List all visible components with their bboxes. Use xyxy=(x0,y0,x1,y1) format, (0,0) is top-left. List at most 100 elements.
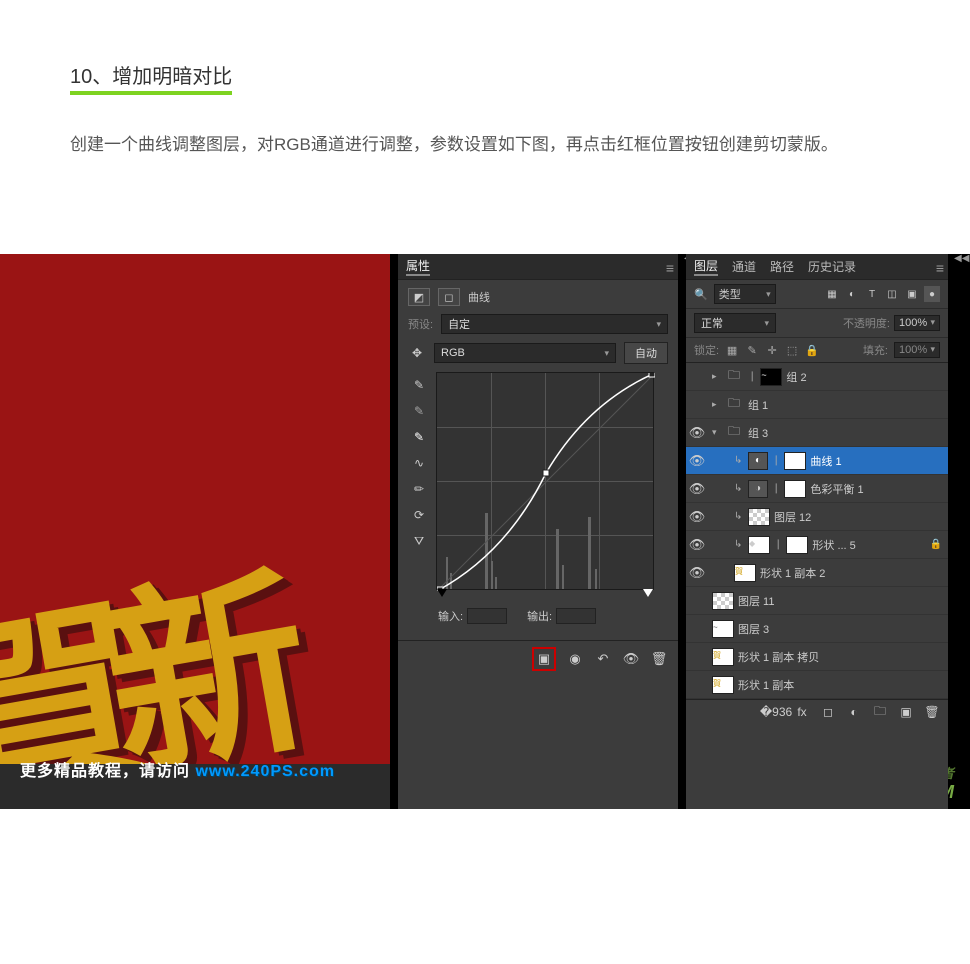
curve-path[interactable] xyxy=(437,373,655,591)
expand-arrow-icon[interactable]: ▸ xyxy=(712,371,724,382)
mask-thumbnail[interactable] xyxy=(784,452,806,470)
lock-transparent-icon[interactable]: ▦ xyxy=(725,343,739,357)
opacity-value[interactable]: 100%▾ xyxy=(894,315,940,331)
layer-name-label[interactable]: 组 3 xyxy=(748,425,942,441)
visibility-toggle[interactable]: 👁 xyxy=(686,565,708,581)
properties-tab[interactable]: 属性 xyxy=(406,257,430,276)
layer-row[interactable]: 👁 賀形状 1 副本 2 xyxy=(686,559,948,587)
blend-mode-select[interactable]: 正常▾ xyxy=(694,313,776,333)
layer-row[interactable]: ▸🗀组 1 xyxy=(686,391,948,419)
layer-name-label[interactable]: 组 2 xyxy=(786,369,942,385)
lock-position-icon[interactable]: ✛ xyxy=(765,343,779,357)
view-previous-icon[interactable]: ◉ xyxy=(566,650,584,668)
layer-row[interactable]: 图层 11 xyxy=(686,587,948,615)
edit-points-icon[interactable]: ∿ xyxy=(410,454,428,472)
panel-menu-icon[interactable]: ≡ xyxy=(666,260,674,276)
curve-point[interactable] xyxy=(543,470,549,476)
layer-row[interactable]: 👁↳◑❘色彩平衡 1 xyxy=(686,475,948,503)
layer-row[interactable]: 👁▾🗀组 3 xyxy=(686,419,948,447)
layer-row[interactable]: 賀形状 1 副本 拷贝 xyxy=(686,643,948,671)
auto-button[interactable]: 自动 xyxy=(624,342,668,364)
layer-row[interactable]: 賀形状 1 副本 xyxy=(686,671,948,699)
panel-menu-icon[interactable]: ≡ xyxy=(936,260,944,276)
new-adjustment-icon[interactable]: ◐ xyxy=(846,704,862,720)
layer-name-label[interactable]: 图层 11 xyxy=(738,593,942,609)
layers-tab[interactable]: 图层 xyxy=(694,257,718,276)
layer-name-label[interactable]: 组 1 xyxy=(748,397,942,413)
lock-artboard-icon[interactable]: ⬚ xyxy=(785,343,799,357)
layer-thumbnail[interactable]: 賀 xyxy=(734,564,756,582)
lock-pixels-icon[interactable]: ✎ xyxy=(745,343,759,357)
layer-thumbnail[interactable] xyxy=(712,592,734,610)
layer-thumbnail[interactable]: 賀 xyxy=(712,676,734,694)
layer-fx-icon[interactable]: fx xyxy=(794,704,810,720)
filter-type-icon[interactable]: T xyxy=(864,286,880,302)
mask-thumbnail[interactable] xyxy=(784,480,806,498)
layer-row[interactable]: ~图层 3 xyxy=(686,615,948,643)
curve-point[interactable] xyxy=(649,373,655,377)
reset-icon[interactable]: ↶ xyxy=(594,650,612,668)
layer-row[interactable]: 👁↳◆❘形状 ... 5🔒 xyxy=(686,531,948,559)
filter-adjust-icon[interactable]: ◐ xyxy=(844,286,860,302)
paths-tab[interactable]: 路径 xyxy=(770,258,794,275)
mask-icon[interactable]: ◻ xyxy=(438,288,460,306)
preset-select[interactable]: 自定 ▾ xyxy=(441,314,668,334)
layer-thumbnail[interactable]: ◆ xyxy=(748,536,770,554)
visibility-toggle[interactable]: 👁 xyxy=(686,481,708,497)
input-value[interactable] xyxy=(467,608,507,624)
clip-to-layer-button-highlighted[interactable]: ▣ xyxy=(532,647,556,671)
layer-thumbnail[interactable]: ~ xyxy=(712,620,734,638)
filter-type-select[interactable]: 类型▾ xyxy=(714,284,776,304)
options-icon[interactable]: ⛛ xyxy=(410,532,428,550)
filter-smart-icon[interactable]: ▣ xyxy=(904,286,920,302)
history-tab[interactable]: 历史记录 xyxy=(808,258,856,275)
layer-name-label[interactable]: 图层 3 xyxy=(738,621,942,637)
target-adjust-icon[interactable]: ✥ xyxy=(408,344,426,362)
layer-row[interactable]: 👁↳◐❘曲线 1 xyxy=(686,447,948,475)
add-mask-icon[interactable]: ◻ xyxy=(820,704,836,720)
layer-thumbnail[interactable] xyxy=(748,508,770,526)
lock-all-icon[interactable]: 🔒 xyxy=(805,343,819,357)
layer-row[interactable]: ▸🗀❘~组 2 xyxy=(686,363,948,391)
link-layers-icon[interactable]: �936 xyxy=(768,704,784,720)
mask-thumbnail[interactable]: ~ xyxy=(760,368,782,386)
channel-select[interactable]: RGB ▾ xyxy=(434,343,616,363)
panel-collapse-icon[interactable]: ◀◀ xyxy=(954,253,966,264)
adjustment-thumbnail[interactable]: ◑ xyxy=(748,480,768,498)
layer-name-label[interactable]: 形状 1 副本 拷贝 xyxy=(738,649,942,665)
layer-thumbnail[interactable]: 賀 xyxy=(712,648,734,666)
delete-icon[interactable]: 🗑 xyxy=(650,650,668,668)
document-canvas[interactable]: 賀新 xyxy=(0,254,390,764)
draw-curve-icon[interactable]: ✏ xyxy=(410,480,428,498)
layer-name-label[interactable]: 色彩平衡 1 xyxy=(810,481,942,497)
visibility-icon[interactable]: 👁 xyxy=(622,650,640,668)
layer-name-label[interactable]: 形状 ... 5 xyxy=(812,537,925,553)
white-eyedropper-icon[interactable]: ✎ xyxy=(410,428,428,446)
layer-name-label[interactable]: 形状 1 副本 2 xyxy=(760,565,942,581)
filter-shape-icon[interactable]: ◫ xyxy=(884,286,900,302)
expand-arrow-icon[interactable]: ▾ xyxy=(712,427,724,438)
layer-name-label[interactable]: 曲线 1 xyxy=(810,453,942,469)
gray-eyedropper-icon[interactable]: ✎ xyxy=(410,402,428,420)
white-slider[interactable] xyxy=(643,589,653,597)
smooth-icon[interactable]: ⟳ xyxy=(410,506,428,524)
visibility-toggle[interactable]: 👁 xyxy=(686,537,708,553)
tutorial-link[interactable]: www.240PS.com xyxy=(195,763,335,780)
curves-graph[interactable] xyxy=(436,372,654,590)
delete-layer-icon[interactable]: 🗑 xyxy=(924,704,940,720)
layer-name-label[interactable]: 形状 1 副本 xyxy=(738,677,942,693)
output-value[interactable] xyxy=(556,608,596,624)
new-group-icon[interactable]: 🗀 xyxy=(872,704,888,720)
filter-pixel-icon[interactable]: ▦ xyxy=(824,286,840,302)
black-slider[interactable] xyxy=(437,589,447,597)
layer-row[interactable]: 👁↳图层 12 xyxy=(686,503,948,531)
black-eyedropper-icon[interactable]: ✎ xyxy=(410,376,428,394)
layer-name-label[interactable]: 图层 12 xyxy=(774,509,942,525)
channels-tab[interactable]: 通道 xyxy=(732,258,756,275)
expand-arrow-icon[interactable]: ▸ xyxy=(712,399,724,410)
visibility-toggle[interactable]: 👁 xyxy=(686,509,708,525)
adjustment-thumbnail[interactable]: ◐ xyxy=(748,452,768,470)
visibility-toggle[interactable]: 👁 xyxy=(686,453,708,469)
filter-toggle-icon[interactable]: ● xyxy=(924,286,940,302)
visibility-toggle[interactable]: 👁 xyxy=(686,425,708,441)
